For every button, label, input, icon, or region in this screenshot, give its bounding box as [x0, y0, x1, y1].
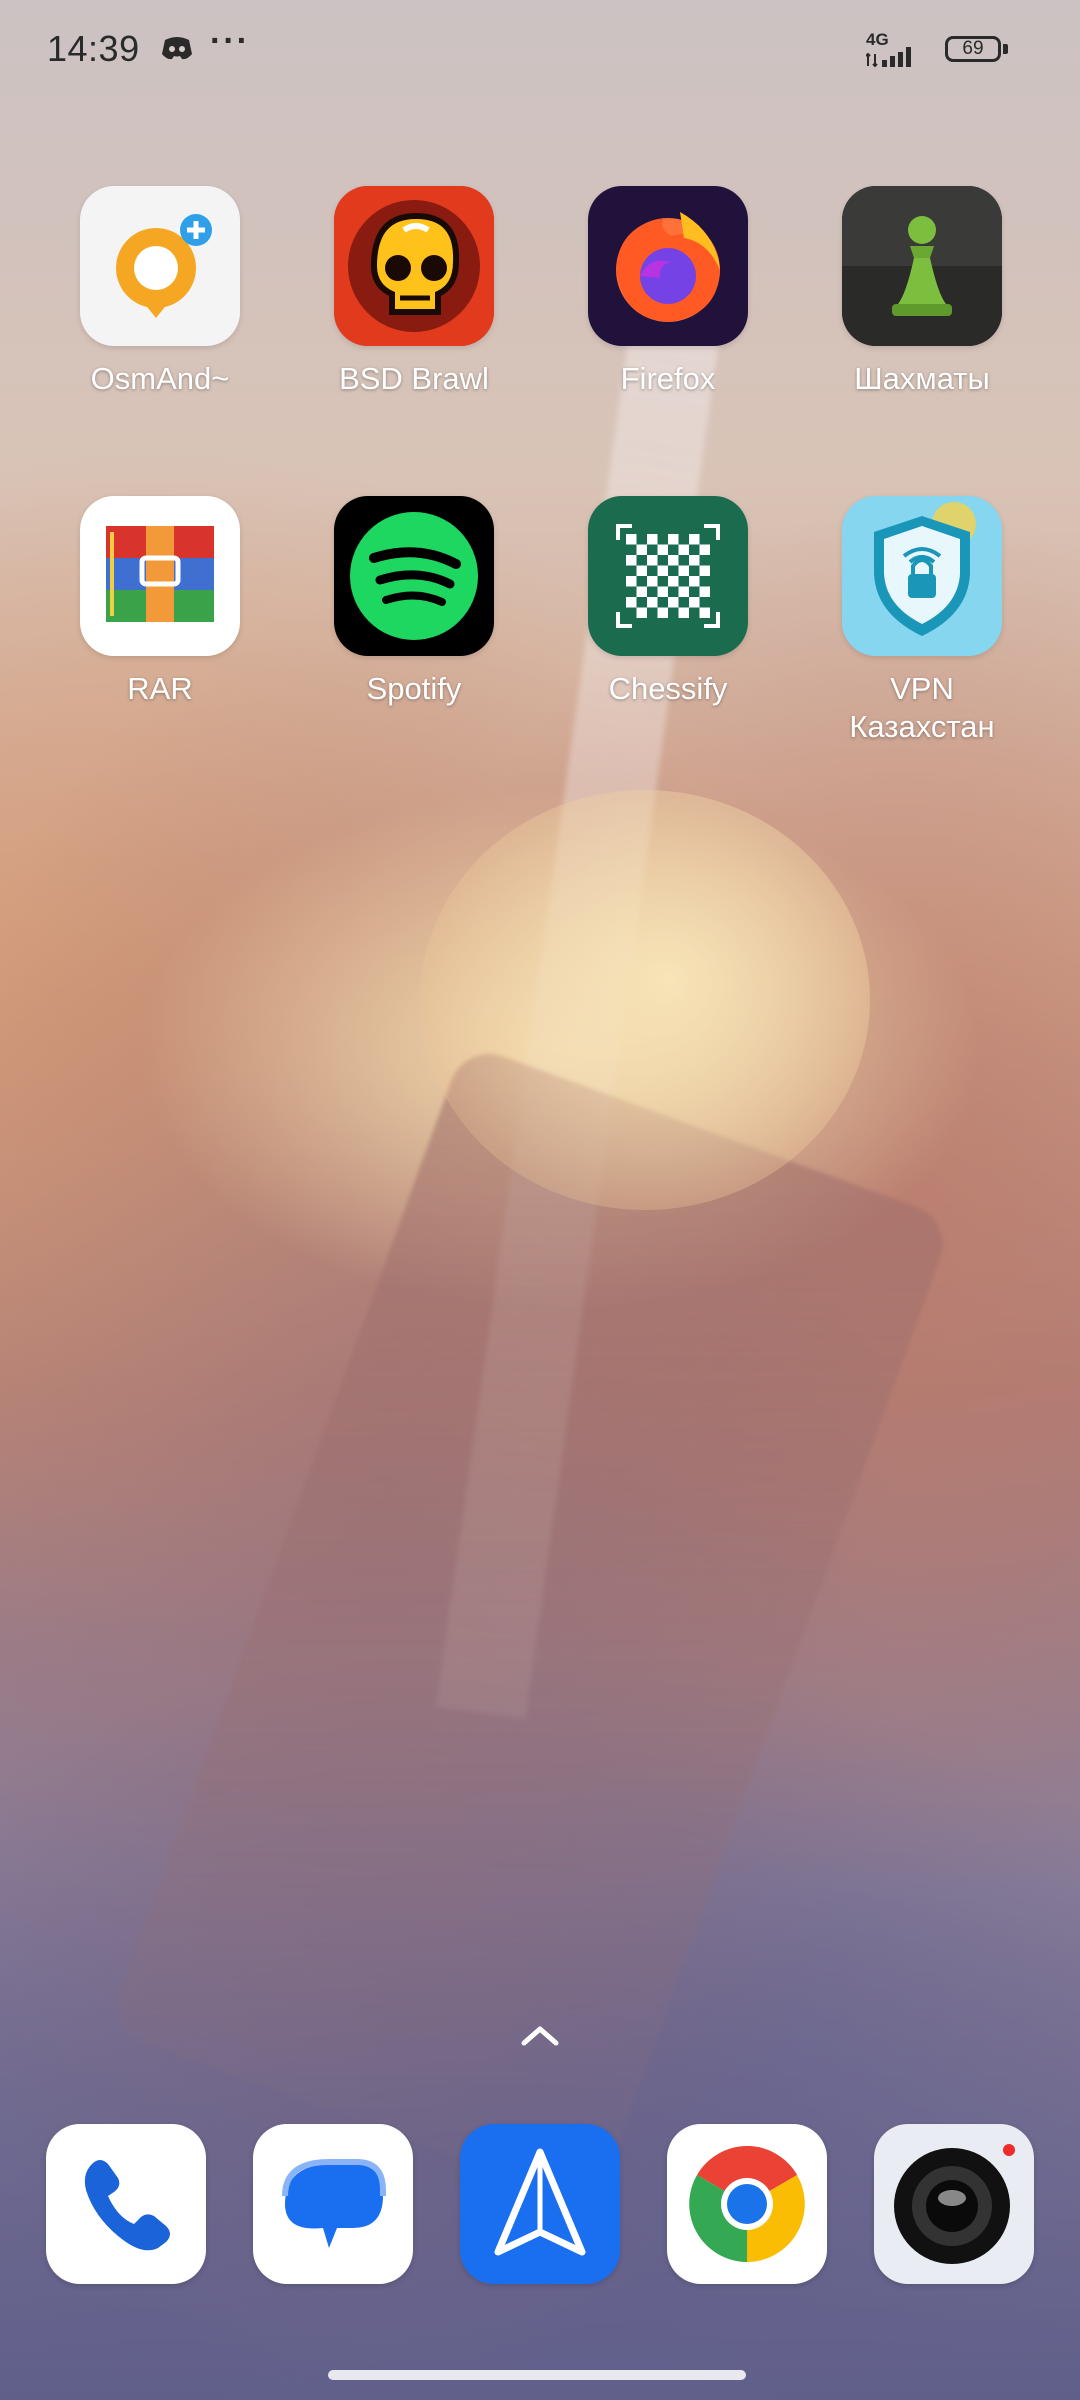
dock-phone-button[interactable]: [46, 2124, 206, 2284]
brawl-skull-icon: [334, 186, 494, 346]
app-bsd-brawl[interactable]: BSD Brawl: [304, 186, 524, 398]
app-spotify[interactable]: Spotify: [304, 496, 524, 708]
spotify-icon: [334, 496, 494, 656]
app-firefox[interactable]: Firefox: [558, 186, 778, 398]
firefox-icon: [588, 186, 748, 346]
dock-chrome-button[interactable]: [667, 2124, 827, 2284]
battery-tip: [1003, 44, 1008, 54]
app-label: Spotify: [366, 671, 462, 706]
chevron-up-icon[interactable]: [510, 2015, 570, 2055]
app-rar[interactable]: RAR: [50, 496, 270, 708]
app-vpn-kazakhstan[interactable]: VPN Казахстан: [812, 496, 1032, 746]
chess-pawn-icon: [842, 186, 1002, 346]
camera-icon: [894, 2144, 1015, 2264]
app-chess[interactable]: Шахматы: [812, 186, 1032, 398]
rar-icon: [80, 496, 240, 656]
dock-messages-button[interactable]: [253, 2124, 413, 2284]
app-label: RAR: [127, 671, 193, 706]
osmand-icon: [80, 186, 240, 346]
app-label: Chessify: [608, 671, 728, 706]
app-label: VPN Казахстан: [849, 671, 995, 744]
discord-icon: [162, 37, 192, 60]
phone-icon: [84, 2160, 170, 2251]
status-time: 14:39: [47, 28, 140, 69]
home-indicator[interactable]: [328, 2370, 746, 2380]
app-chessify[interactable]: Chessify: [558, 496, 778, 708]
chessify-board-icon: [588, 496, 748, 656]
app-osmand[interactable]: OsmAnd~: [50, 186, 270, 398]
app-label: OsmAnd~: [90, 361, 230, 396]
app-label: Firefox: [620, 361, 716, 396]
status-bar: 14:39 ··· 4G 69: [0, 0, 1080, 100]
app-label: BSD Brawl: [339, 361, 489, 396]
app-label: Шахматы: [854, 361, 990, 396]
battery-level: 69: [962, 38, 984, 59]
chrome-icon: [689, 2146, 805, 2262]
vpn-shield-icon: [842, 496, 1002, 656]
navigator-icon: [494, 2148, 586, 2256]
dock-camera-button[interactable]: [874, 2124, 1034, 2284]
dock-navigator-button[interactable]: [460, 2124, 620, 2284]
messages-icon: [282, 2159, 386, 2248]
wallpaper-highlight: [420, 790, 870, 1210]
more-dots-icon: ···: [210, 22, 250, 60]
battery-icon: 69: [945, 36, 1001, 62]
signal-strength-icon: [866, 47, 911, 68]
